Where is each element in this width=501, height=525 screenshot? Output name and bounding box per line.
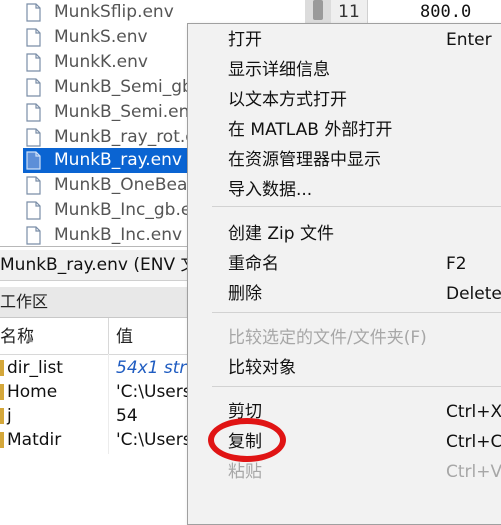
file-name: MunkB_Inc.env: [54, 225, 183, 245]
variable-name: j: [7, 406, 12, 426]
menu-item-delete[interactable]: 删除 Delete: [188, 280, 501, 308]
document-icon: [26, 201, 41, 220]
workspace-column-headers: 名称 ▲ 值: [0, 318, 190, 355]
variable-value: 'C:\Users: [116, 382, 192, 402]
document-icon: [26, 78, 41, 97]
column-divider[interactable]: [108, 318, 109, 354]
variable-name: Matdir: [7, 430, 62, 450]
menu-item-compare-against[interactable]: 比较对象: [188, 354, 501, 382]
workspace-variable-row[interactable]: Matdir 'C:\Users: [0, 428, 192, 452]
menu-item-open-as-text[interactable]: 以文本方式打开: [188, 86, 501, 114]
document-icon: [26, 3, 41, 22]
editor-line-number: 11: [331, 0, 368, 25]
menu-separator: [212, 312, 501, 313]
editor-line-text: 800.0: [420, 2, 472, 22]
variable-name: Home: [7, 382, 58, 402]
workspace-panel-header[interactable]: 工作区: [0, 287, 190, 318]
menu-item-open-outside-matlab[interactable]: 在 MATLAB 外部打开: [188, 116, 501, 144]
menu-item-paste: 粘贴 Ctrl+V: [228, 462, 501, 482]
file-name: MunkB_Semi.env: [54, 102, 200, 122]
workspace-title: 工作区: [0, 292, 49, 311]
menu-item-show-details[interactable]: 显示详细信息: [188, 56, 501, 84]
variable-value: 54: [116, 406, 138, 426]
variable-icon: [0, 432, 4, 448]
variable-icon: [0, 408, 4, 424]
menu-item-show-in-explorer[interactable]: 在资源管理器中显示: [188, 146, 501, 174]
column-header-value[interactable]: 值: [116, 326, 133, 348]
menu-separator: [212, 386, 501, 387]
document-icon: [26, 103, 41, 122]
variable-icon: [0, 360, 4, 376]
document-icon: [26, 226, 41, 245]
workspace-variable-row[interactable]: j 54: [0, 404, 190, 428]
file-name: MunkS.env: [54, 27, 148, 47]
menu-item-import-data[interactable]: 导入数据...: [188, 176, 501, 204]
menu-item-create-zip[interactable]: 创建 Zip 文件: [188, 220, 501, 248]
highlight-circle-annotation: [208, 418, 286, 462]
workspace-variable-row[interactable]: dir_list 54x1 struct: [0, 356, 213, 380]
scrollbar-thumb[interactable]: [313, 0, 323, 20]
file-name: MunkB_ray.env: [54, 150, 182, 170]
menu-item-rename[interactable]: 重命名 F2: [188, 250, 501, 278]
document-icon: [26, 53, 41, 72]
document-icon: [26, 128, 41, 147]
workspace-variable-row[interactable]: Home 'C:\Users: [0, 380, 192, 404]
document-icon: [26, 176, 41, 195]
menu-item-compare-selected: 比较选定的文件/文件夹(F): [228, 328, 427, 348]
menu-separator: [212, 206, 501, 207]
file-row-munksflip[interactable]: MunkSflip.env: [0, 0, 305, 25]
document-icon: [26, 28, 41, 47]
variable-icon: [0, 384, 4, 400]
document-icon: [26, 151, 41, 170]
file-name: MunkSflip.env: [54, 2, 174, 22]
file-name: MunkK.env: [54, 52, 148, 72]
menu-item-open[interactable]: 打开 Enter: [188, 26, 501, 54]
variable-value: 'C:\Users: [116, 430, 192, 450]
sort-ascending-icon: ▲: [26, 334, 33, 344]
details-panel-title-bar: MunkB_ray.env (ENV 文件): [0, 250, 221, 281]
variable-name: dir_list: [7, 358, 63, 378]
